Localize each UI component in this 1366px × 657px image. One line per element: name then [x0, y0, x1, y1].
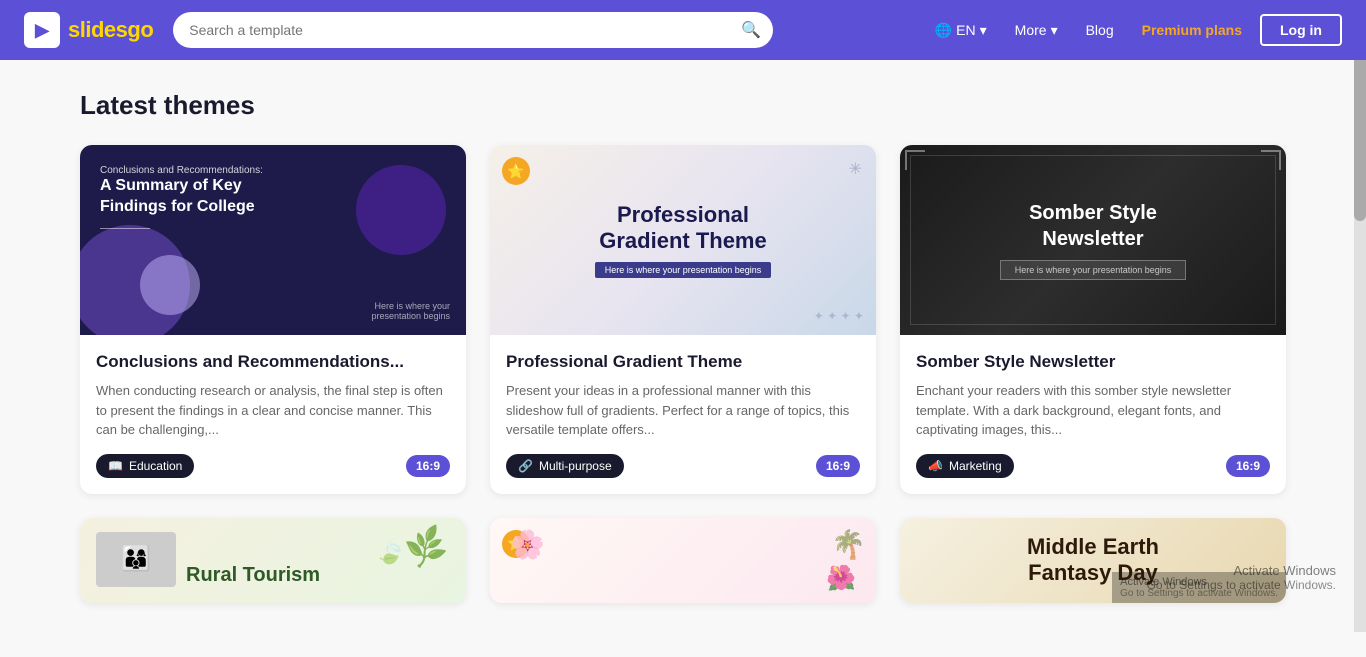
card-tag-marketing[interactable]: 📣 Marketing	[916, 454, 1014, 478]
marketing-icon: 📣	[928, 459, 943, 473]
card-title-3: Somber Style Newsletter	[916, 351, 1270, 373]
search-button[interactable]: 🔍	[741, 20, 761, 40]
logo-text: slidesgo	[68, 17, 153, 43]
premium-badge-2: ⭐	[502, 157, 530, 185]
search-bar[interactable]: 🔍	[173, 12, 773, 48]
cards-grid-top: Conclusions and Recommendations: A Summa…	[80, 145, 1286, 494]
card-rural-tourism[interactable]: 🌿 🍃 Rural Tourism	[80, 518, 466, 603]
card-tag-education[interactable]: 📖 Education	[96, 454, 194, 478]
card-gradient[interactable]: ⭐ ✳ ProfessionalGradient Theme Here is w…	[490, 145, 876, 494]
header-nav: 🌐 EN ▾ More ▾ Blog Premium plans Log in	[925, 14, 1342, 46]
thumb-content-2: ProfessionalGradient Theme Here is where…	[595, 202, 772, 279]
corner-tr	[1261, 150, 1281, 170]
leaf-icon-1: 🌿	[401, 522, 451, 571]
premium-plans-button[interactable]: Premium plans	[1132, 16, 1252, 44]
ratio-badge-1: 16:9	[406, 455, 450, 477]
card-thumbnail-4: 🌿 🍃 Rural Tourism	[80, 518, 466, 603]
card-somber[interactable]: Somber StyleNewsletter Here is where you…	[900, 145, 1286, 494]
multipurpose-icon: 🔗	[518, 459, 533, 473]
card-conclusions[interactable]: Conclusions and Recommendations: A Summa…	[80, 145, 466, 494]
card-thumbnail-2: ⭐ ✳ ProfessionalGradient Theme Here is w…	[490, 145, 876, 335]
card-info-1: Conclusions and Recommendations... When …	[80, 335, 466, 494]
decorative-circle	[356, 165, 446, 255]
cards-grid-bottom: 🌿 🍃 Rural Tourism ⭐ 🌸 🌴 🌺 Middle EarthFa…	[80, 518, 1286, 603]
more-button[interactable]: More ▾	[1005, 16, 1068, 45]
leaf-icon-3: 🌴	[831, 528, 866, 561]
logo-icon: ▶	[24, 12, 60, 48]
snowflake-icon: ✳	[849, 159, 862, 179]
card-info-2: Professional Gradient Theme Present your…	[490, 335, 876, 494]
thumb-corner-2: ✦ ✦ ✦ ✦	[814, 309, 864, 323]
photo-placeholder	[96, 532, 176, 587]
blog-button[interactable]: Blog	[1076, 16, 1124, 44]
card-floral[interactable]: ⭐ 🌸 🌴 🌺	[490, 518, 876, 603]
card-info-3: Somber Style Newsletter Enchant your rea…	[900, 335, 1286, 494]
thumb-title-6: Middle EarthFantasy Day	[1027, 534, 1159, 587]
card-tag-multipurpose[interactable]: 🔗 Multi-purpose	[506, 454, 624, 478]
card-title-2: Professional Gradient Theme	[506, 351, 860, 373]
flower-icon-1: 🌸	[510, 528, 545, 561]
flower-icon-2: 🌺	[826, 564, 856, 593]
ratio-badge-2: 16:9	[816, 455, 860, 477]
card-thumbnail-5: ⭐ 🌸 🌴 🌺	[490, 518, 876, 603]
search-input[interactable]	[173, 12, 773, 48]
card-desc-1: When conducting research or analysis, th…	[96, 381, 450, 440]
thumb-bottom-1: Here is where yourpresentation begins	[371, 301, 450, 321]
language-button[interactable]: 🌐 EN ▾	[925, 16, 997, 45]
thumb-text-1: Conclusions and Recommendations: A Summa…	[100, 165, 263, 229]
card-tags-3: 📣 Marketing 16:9	[916, 454, 1270, 478]
logo[interactable]: ▶ slidesgo	[24, 12, 153, 48]
card-desc-3: Enchant your readers with this somber st…	[916, 381, 1270, 440]
card-thumbnail-3: Somber StyleNewsletter Here is where you…	[900, 145, 1286, 335]
thumb-text-4: Rural Tourism	[186, 564, 320, 587]
card-title-1: Conclusions and Recommendations...	[96, 351, 450, 373]
login-button[interactable]: Log in	[1260, 14, 1342, 46]
corner-tl	[905, 150, 925, 170]
thumb-content-3: Somber StyleNewsletter Here is where you…	[1000, 200, 1187, 280]
card-desc-2: Present your ideas in a professional man…	[506, 381, 860, 440]
education-icon: 📖	[108, 459, 123, 473]
card-tags-1: 📖 Education 16:9	[96, 454, 450, 478]
activate-windows-watermark: Activate Windows Go to Settings to activ…	[1147, 563, 1336, 592]
header: ▶ slidesgo 🔍 🌐 EN ▾ More ▾ Blog Premium …	[0, 0, 1366, 60]
scrollbar[interactable]	[1354, 0, 1366, 632]
section-title: Latest themes	[80, 90, 1286, 121]
card-thumbnail-1: Conclusions and Recommendations: A Summa…	[80, 145, 466, 335]
card-tags-2: 🔗 Multi-purpose 16:9	[506, 454, 860, 478]
ratio-badge-3: 16:9	[1226, 455, 1270, 477]
